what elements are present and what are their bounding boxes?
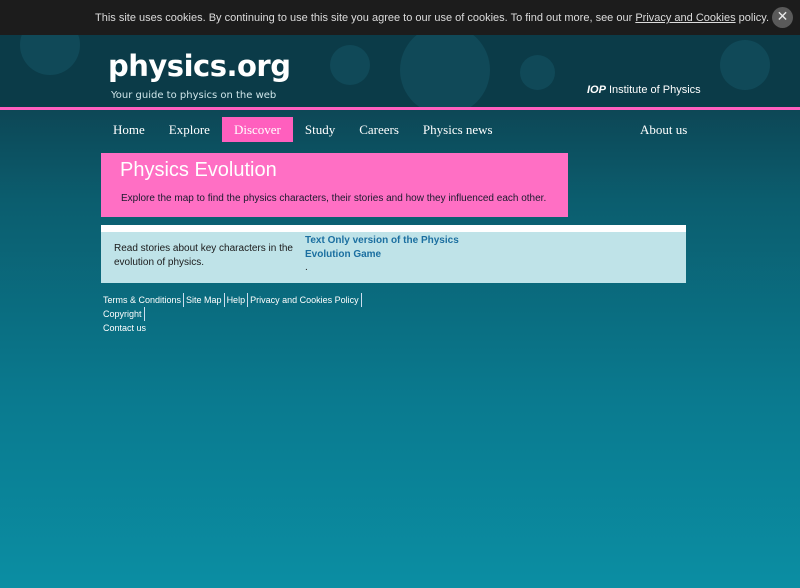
site-logo[interactable]: physics.org	[108, 49, 291, 83]
text-only-version-link[interactable]: Text Only version of the Physics Evoluti…	[305, 234, 465, 262]
iop-mark: IOP	[587, 84, 606, 96]
footer-help-link[interactable]: Help	[227, 293, 249, 307]
footer-copyright-link[interactable]: Copyright	[103, 307, 145, 321]
site-footer: Terms & Conditions Site Map Help Privacy…	[103, 293, 403, 335]
nav-study[interactable]: Study	[293, 117, 347, 142]
content-text: Read stories about key characters in the…	[114, 243, 293, 268]
page-description: Explore the map to find the physics char…	[121, 193, 547, 204]
nav-about-us[interactable]: About us	[628, 117, 699, 142]
close-icon[interactable]: ✕	[772, 7, 793, 28]
content-box: Read stories about key characters in the…	[101, 225, 686, 283]
nav-explore[interactable]: Explore	[157, 117, 222, 142]
iop-name: Institute of Physics	[608, 84, 701, 96]
decorative-bubble	[520, 55, 555, 90]
iop-logo[interactable]: IOP Institute of Physics	[587, 84, 701, 96]
footer-contact-link[interactable]: Contact us	[103, 321, 403, 335]
site-tagline: Your guide to physics on the web	[111, 90, 277, 101]
page-title: Physics Evolution	[120, 159, 277, 181]
main-nav: Home Explore Discover Study Careers Phys…	[101, 117, 505, 142]
decorative-bubble	[720, 40, 770, 90]
cookie-message: This site uses cookies. By continuing to…	[95, 12, 769, 24]
nav-discover[interactable]: Discover	[221, 117, 293, 142]
footer-sitemap-link[interactable]: Site Map	[186, 293, 225, 307]
cookie-bar: This site uses cookies. By continuing to…	[0, 0, 800, 35]
cookie-text-after: policy.	[735, 12, 770, 24]
decorative-bubble	[20, 35, 80, 75]
decorative-bubble	[400, 35, 490, 107]
nav-home[interactable]: Home	[101, 117, 157, 142]
cookie-text-before: This site uses cookies. By continuing to…	[95, 12, 636, 24]
content-trailing: .	[305, 262, 308, 273]
intro-panel: Physics Evolution Explore the map to fin…	[101, 153, 568, 217]
footer-links: Terms & Conditions Site Map Help Privacy…	[103, 293, 403, 321]
nav-physics-news[interactable]: Physics news	[411, 117, 505, 142]
privacy-cookies-link[interactable]: Privacy and Cookies	[635, 12, 735, 24]
header-divider	[0, 107, 800, 110]
nav-careers[interactable]: Careers	[347, 117, 411, 142]
footer-terms-link[interactable]: Terms & Conditions	[103, 293, 185, 307]
footer-privacy-link[interactable]: Privacy and Cookies Policy	[250, 293, 362, 307]
decorative-bubble	[330, 45, 370, 85]
site-header: physics.org Your guide to physics on the…	[0, 35, 800, 107]
